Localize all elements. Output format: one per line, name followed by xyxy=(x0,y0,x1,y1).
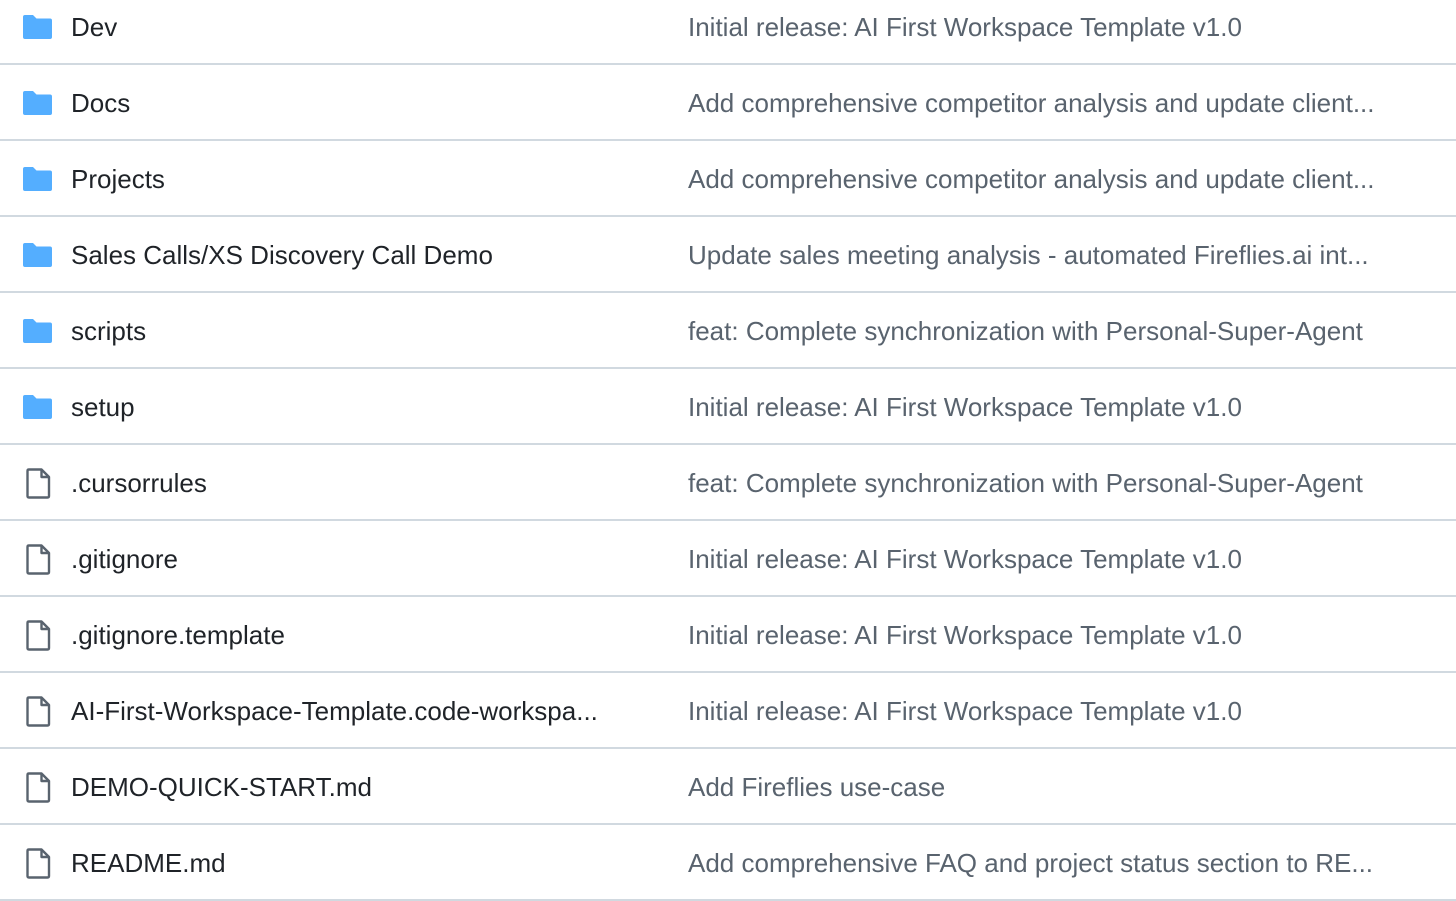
commit-message-link[interactable]: Add comprehensive competitor analysis an… xyxy=(688,164,1375,195)
commit-message-link[interactable]: feat: Complete synchronization with Pers… xyxy=(688,468,1363,499)
file-icon xyxy=(21,619,54,652)
folder-row[interactable]: setup Initial release: AI First Workspace… xyxy=(0,369,1456,445)
folder-icon xyxy=(21,239,54,272)
folder-row[interactable]: Projects Add comprehensive competitor ana… xyxy=(0,141,1456,217)
folder-name-link[interactable]: scripts xyxy=(71,316,146,347)
folder-icon xyxy=(21,163,54,196)
folder-icon xyxy=(21,315,54,348)
file-row[interactable]: README.md Add comprehensive FAQ and proje… xyxy=(0,825,1456,901)
commit-message-link[interactable]: Update sales meeting analysis - automate… xyxy=(688,240,1369,271)
file-name-link[interactable]: DEMO-QUICK-START.md xyxy=(71,772,372,803)
folder-icon xyxy=(21,11,54,44)
file-row[interactable]: .gitignore Initial release: AI First Work… xyxy=(0,521,1456,597)
folder-name-link[interactable]: Docs xyxy=(71,88,130,119)
folder-name-link[interactable]: Projects xyxy=(71,164,165,195)
file-icon xyxy=(21,467,54,500)
file-icon xyxy=(21,695,54,728)
folder-row[interactable]: Dev Initial release: AI First Workspace T… xyxy=(0,0,1456,65)
folder-name-link[interactable]: setup xyxy=(71,392,135,423)
commit-message-link[interactable]: Add comprehensive FAQ and project status… xyxy=(688,848,1373,879)
commit-message-link[interactable]: Add comprehensive competitor analysis an… xyxy=(688,88,1375,119)
commit-message-link[interactable]: Initial release: AI First Workspace Temp… xyxy=(688,696,1242,727)
file-icon xyxy=(21,847,54,880)
file-row[interactable]: DEMO-QUICK-START.md Add Fireflies use-cas… xyxy=(0,749,1456,825)
commit-message-link[interactable]: Initial release: AI First Workspace Temp… xyxy=(688,392,1242,423)
folder-row[interactable]: Sales Calls/XS Discovery Call Demo Update… xyxy=(0,217,1456,293)
folder-row[interactable]: scripts feat: Complete synchronization wi… xyxy=(0,293,1456,369)
commit-message-link[interactable]: Initial release: AI First Workspace Temp… xyxy=(688,544,1242,575)
commit-message-link[interactable]: Add Fireflies use-case xyxy=(688,772,945,803)
commit-message-link[interactable]: Initial release: AI First Workspace Temp… xyxy=(688,620,1242,651)
folder-icon xyxy=(21,391,54,424)
file-icon xyxy=(21,543,54,576)
folder-icon xyxy=(21,87,54,120)
folder-row[interactable]: Docs Add comprehensive competitor analysi… xyxy=(0,65,1456,141)
commit-message-link[interactable]: feat: Complete synchronization with Pers… xyxy=(688,316,1363,347)
file-name-link[interactable]: README.md xyxy=(71,848,226,879)
commit-message-link[interactable]: Initial release: AI First Workspace Temp… xyxy=(688,12,1242,43)
file-row[interactable]: .cursorrules feat: Complete synchronizati… xyxy=(0,445,1456,521)
file-icon xyxy=(21,771,54,804)
file-row[interactable]: AI-First-Workspace-Template.code-workspa… xyxy=(0,673,1456,749)
file-name-link[interactable]: .gitignore.template xyxy=(71,620,285,651)
folder-name-link[interactable]: Sales Calls/XS Discovery Call Demo xyxy=(71,240,493,271)
file-name-link[interactable]: AI-First-Workspace-Template.code-workspa… xyxy=(71,696,598,727)
file-row[interactable]: .gitignore.template Initial release: AI F… xyxy=(0,597,1456,673)
file-name-link[interactable]: .cursorrules xyxy=(71,468,207,499)
folder-name-link[interactable]: Dev xyxy=(71,12,117,43)
file-name-link[interactable]: .gitignore xyxy=(71,544,178,575)
file-list: Dev Initial release: AI First Workspace T… xyxy=(0,0,1456,901)
